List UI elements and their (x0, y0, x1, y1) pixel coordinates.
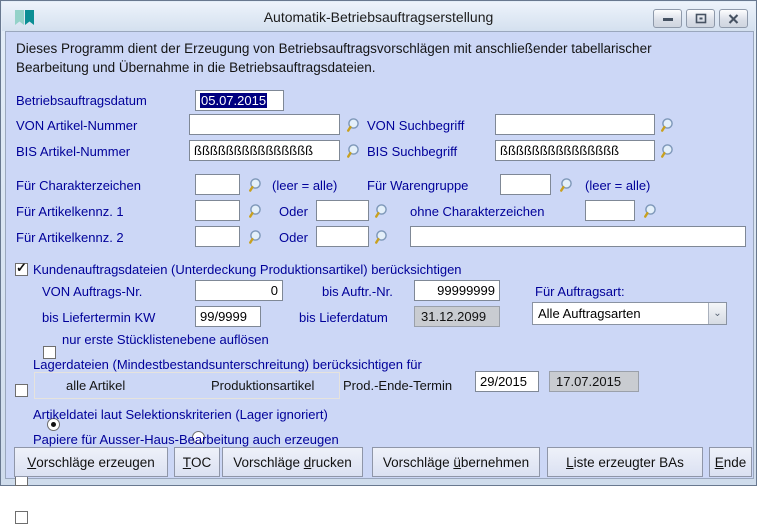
liste-erzeugter-bas-button[interactable]: Liste erzeugter BAs (547, 447, 703, 477)
auftragsart-selected-value: Alle Auftragsarten (538, 306, 641, 321)
betriebsauftragsdatum-input[interactable]: 05.07.2015 (195, 90, 284, 111)
charakterzeichen-search-icon[interactable] (248, 177, 265, 194)
auftragsart-dropdown[interactable]: Alle Auftragsarten ⌄ (532, 302, 727, 325)
close-button[interactable] (719, 9, 748, 28)
artikelkennz-2-oder-input[interactable] (316, 226, 369, 247)
artikelkennz-1-oder-input[interactable] (316, 200, 369, 221)
chevron-down-icon[interactable]: ⌄ (708, 303, 726, 324)
artikelkennz-2-long-input[interactable] (410, 226, 746, 247)
nur-erste-stuecklistenebene-label: nur erste Stücklistenebene auflösen (62, 332, 269, 347)
minimize-icon (662, 17, 673, 21)
artikelkennz-1-search-icon[interactable] (248, 203, 265, 220)
bis-suchbegriff-search-icon[interactable] (660, 143, 677, 160)
label-von-auftrags-nr: VON Auftrags-Nr. (42, 284, 143, 299)
ende-button[interactable]: Ende (709, 447, 752, 477)
artikelkennz-2-search-icon[interactable] (248, 229, 265, 246)
label-oder-1: Oder (279, 204, 308, 219)
label-fuer-charakterzeichen: Für Charakterzeichen (16, 178, 141, 193)
bis-liefertermin-kw-input[interactable] (195, 306, 261, 327)
label-artikelkennz-2: Für Artikelkennz. 2 (16, 230, 124, 245)
label-fuer-auftragsart: Für Auftragsart: (535, 284, 625, 299)
von-artikel-search-icon[interactable] (346, 117, 363, 134)
artikelkennz-1-input[interactable] (195, 200, 240, 221)
label-fuer-warengruppe: Für Warengruppe (367, 178, 469, 193)
fuer-charakterzeichen-input[interactable] (195, 174, 240, 195)
maximize-icon (695, 13, 706, 24)
fuer-warengruppe-input[interactable] (500, 174, 551, 195)
label-bis-lieferdatum: bis Lieferdatum (299, 310, 388, 325)
charakterzeichen-hint: (leer = alle) (272, 178, 338, 193)
vorschlaege-drucken-button[interactable]: Vorschläge d rucken (222, 447, 363, 477)
lagerdateien-checkbox[interactable] (15, 384, 28, 397)
close-icon (728, 13, 739, 24)
artikelkennz-1-oder-search-icon[interactable] (374, 203, 391, 220)
label-von-artikel-nummer: VON Artikel-Nummer (16, 118, 138, 133)
label-bis-auftr-nr: bis Auftr.-Nr. (322, 284, 393, 299)
label-oder-2: Oder (279, 230, 308, 245)
toc-button[interactable]: T OC (174, 447, 220, 477)
label-ohne-charakterzeichen: ohne Charakterzeichen (410, 204, 545, 219)
von-suchbegriff-search-icon[interactable] (660, 117, 677, 134)
von-artikel-nummer-input[interactable] (189, 114, 340, 135)
label-artikelkennz-1: Für Artikelkennz. 1 (16, 204, 124, 219)
papiere-checkbox[interactable] (15, 511, 28, 524)
bis-artikel-search-icon[interactable] (346, 143, 363, 160)
betriebsauftragsdatum-value: 05.07.2015 (200, 93, 268, 108)
label-bis-artikel-nummer: BIS Artikel-Nummer (16, 144, 131, 159)
artikeldatei-label: Artikeldatei laut Selektionskriterien (L… (33, 407, 328, 422)
maximize-button[interactable] (686, 9, 715, 28)
warengruppe-search-icon[interactable] (559, 177, 576, 194)
von-suchbegriff-input[interactable] (495, 114, 655, 135)
ohne-charakterzeichen-input[interactable] (585, 200, 635, 221)
kundenauftragsdateien-checkbox[interactable] (15, 260, 28, 276)
ohne-charakterzeichen-search-icon[interactable] (643, 203, 660, 220)
intro-text: Dieses Programm dient der Erzeugung von … (16, 41, 652, 75)
bis-suchbegriff-input[interactable] (495, 140, 655, 161)
label-betriebsauftragsdatum: Betriebsauftragsdatum (16, 93, 147, 108)
bis-lieferdatum-field: 31.12.2099 (414, 306, 500, 327)
von-auftrags-nr-input[interactable] (195, 280, 283, 301)
prod-ende-datum-field: 17.07.2015 (549, 371, 639, 392)
window-title: Automatik-Betriebsauftragserstellung (263, 8, 494, 25)
produktionsartikel-label: Produktionsartikel (211, 378, 315, 393)
label-bis-liefertermin-kw: bis Liefertermin KW (42, 310, 156, 325)
app-window: Automatik-Betriebsauftragserstellung Die… (0, 0, 757, 524)
minimize-button[interactable] (653, 9, 682, 28)
warengruppe-hint: (leer = alle) (585, 178, 651, 193)
kundenauftragsdateien-label: Kundenauftragsdateien (Unterdeckung Prod… (33, 262, 462, 277)
artikelkennz-2-input[interactable] (195, 226, 240, 247)
title-bar[interactable]: Automatik-Betriebsauftragserstellung (2, 2, 755, 31)
bis-artikel-nummer-input[interactable] (189, 140, 340, 161)
label-bis-suchbegriff: BIS Suchbegriff (367, 144, 458, 159)
bis-auftr-nr-input[interactable] (414, 280, 500, 301)
label-prod-ende-termin: Prod.-Ende-Termin (343, 378, 453, 393)
vorschlaege-erzeugen-button[interactable]: Vorschläge erzeugen (14, 447, 168, 477)
vorschlaege-uebernehmen-button[interactable]: Vorschläge ü bernehmen (372, 447, 540, 477)
alle-artikel-label: alle Artikel (66, 378, 126, 393)
artikelkennz-2-oder-search-icon[interactable] (374, 229, 391, 246)
label-von-suchbegriff: VON Suchbegriff (367, 118, 465, 133)
dialog-body: Dieses Programm dient der Erzeugung von … (5, 31, 754, 524)
prod-ende-kw-input[interactable] (475, 371, 539, 392)
